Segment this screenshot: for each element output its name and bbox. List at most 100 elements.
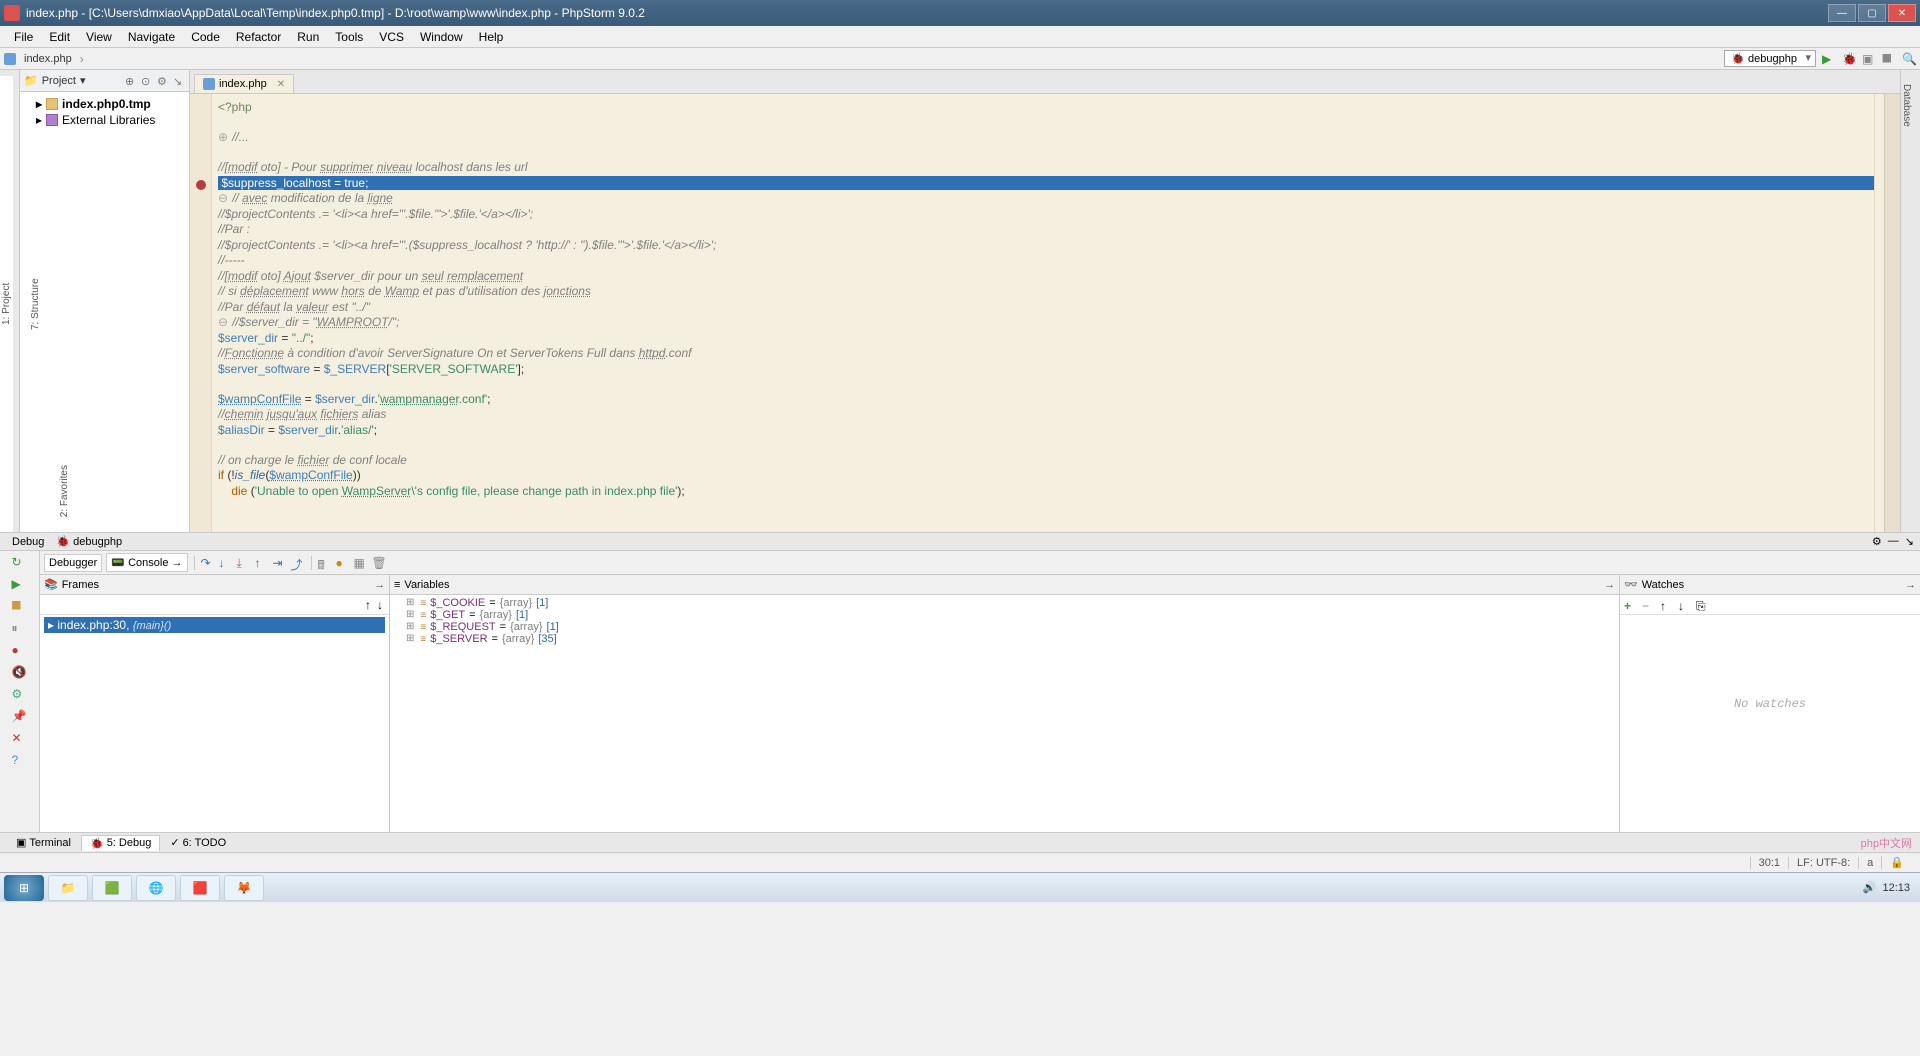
tool-tab-database[interactable]: Database [1901,76,1912,532]
breakpoint-icon[interactable] [196,180,206,190]
code-area[interactable]: <?php ⊕//... //[modif oto] - Pour suppri… [212,94,1874,532]
evaluate-button[interactable]: 🖩 [318,556,332,570]
close-button[interactable]: ✕ [1888,4,1916,22]
coverage-button[interactable]: ▣ [1862,52,1876,66]
show-execution-button[interactable]: ● [336,556,350,570]
menu-edit[interactable]: Edit [41,28,78,46]
close-tab-icon[interactable]: ✕ [277,79,285,90]
status-caret-pos[interactable]: 30:1 [1750,857,1788,869]
step-into-button[interactable]: ↓ [219,556,233,570]
menu-window[interactable]: Window [412,28,471,46]
tab-todo[interactable]: ✓ 6: TODO [162,835,234,850]
editor-scrollbar[interactable] [1884,94,1900,532]
dropdown-icon[interactable]: ▾ [80,74,86,87]
var-row[interactable]: ≡$_REQUEST = {array} [1] [394,621,1615,633]
tree-root[interactable]: ▸index.php0.tmp [22,96,187,112]
status-insert-mode[interactable]: a [1858,857,1881,869]
menu-view[interactable]: View [78,28,120,46]
menu-tools[interactable]: Tools [327,28,371,46]
tab-debugger[interactable]: Debugger [44,554,102,572]
frames-list[interactable]: ▸ index.php:30, {main}() [40,615,389,832]
drop-frame-button[interactable]: ⤴ [291,556,305,570]
menu-code[interactable]: Code [183,28,228,46]
debug-button[interactable]: 🐞 [1842,52,1856,66]
frame-row[interactable]: ▸ index.php:30, {main}() [44,617,385,633]
gear-icon[interactable]: ⚙ [157,75,169,87]
run-button[interactable]: ▶ [1822,52,1836,66]
prev-frame-icon[interactable]: ↑ [365,598,371,612]
tab-debug[interactable]: 🐞 5: Debug [81,835,160,851]
help-button[interactable]: ? [12,753,28,769]
search-icon[interactable]: 🔍 [1902,52,1916,66]
menu-help[interactable]: Help [471,28,512,46]
pause-button[interactable]: ⏸ [12,621,28,637]
tab-console[interactable]: 📟 Console → [106,553,187,572]
close-button[interactable]: ✕ [12,731,28,747]
status-lock-icon[interactable]: 🔒 [1881,856,1912,869]
menu-vcs[interactable]: VCS [371,28,412,46]
hide-icon[interactable]: → [374,579,385,590]
editor-gutter[interactable] [190,94,212,532]
mute-breakpoints-button[interactable]: 🔇 [12,665,28,681]
gear-icon[interactable]: ⚙ [1872,535,1882,548]
layout-button[interactable]: ▦ [354,556,368,570]
force-step-into-button[interactable]: ⤓ [237,556,251,570]
maximize-button[interactable]: ▢ [1858,4,1886,22]
menu-file[interactable]: File [6,28,41,46]
pin-button[interactable]: 📌 [12,709,28,725]
taskbar-app-wamp[interactable]: 🟩 [92,875,132,901]
hide-icon[interactable]: ↘ [173,75,185,87]
taskbar-app-chrome[interactable]: 🌐 [136,875,176,901]
var-row[interactable]: ≡$_SERVER = {array} [35] [394,633,1615,645]
var-row[interactable]: ≡$_COOKIE = {array} [1] [394,597,1615,609]
hide-icon[interactable]: ↘ [1905,535,1914,548]
target-icon[interactable]: ⊙ [141,75,153,87]
hide-icon[interactable]: → [1905,579,1916,590]
watches-list[interactable]: No watches [1620,615,1920,832]
collapse-icon[interactable]: ⊕ [125,75,137,87]
system-tray[interactable]: 🔊 12:13 [1857,881,1916,894]
status-encoding[interactable]: LF: UTF-8: [1788,857,1858,869]
next-frame-icon[interactable]: ↓ [377,598,383,612]
move-up-button[interactable]: ↑ [1660,599,1672,611]
editor-tab-index[interactable]: index.php ✕ [194,74,294,93]
restore-button[interactable]: 🗑 [372,556,386,570]
menu-refactor[interactable]: Refactor [228,28,289,46]
view-breakpoints-button[interactable]: ● [12,643,28,659]
settings-button[interactable]: ⚙ [12,687,28,703]
remove-watch-button[interactable]: − [1642,599,1654,611]
menu-navigate[interactable]: Navigate [120,28,183,46]
tool-tab-structure[interactable]: 7: Structure [29,76,42,532]
add-watch-button[interactable]: + [1624,599,1636,611]
breadcrumb-item[interactable]: index.php [20,53,76,65]
menu-run[interactable]: Run [289,28,327,46]
move-down-button[interactable]: ↓ [1678,599,1690,611]
hide-icon[interactable]: → [1604,579,1615,590]
overview-ruler[interactable] [1874,94,1884,532]
tab-terminal[interactable]: ▣ Terminal [8,835,79,850]
var-row[interactable]: ≡$_GET = {array} [1] [394,609,1615,621]
start-button[interactable]: ⊞ [4,875,44,901]
run-to-cursor-button[interactable]: ⇥ [273,556,287,570]
taskbar-app-phpstorm[interactable]: 🟥 [180,875,220,901]
run-config-combo[interactable]: 🐞 debugphp [1724,50,1816,67]
tool-tab-favorites[interactable]: 2: Favorites [58,456,71,526]
tray-network-icon[interactable]: 🔊 [1863,881,1877,894]
minimize-icon[interactable]: — [1888,535,1899,548]
variables-tree[interactable]: ≡$_COOKIE = {array} [1] ≡$_GET = {array}… [390,595,1619,832]
minimize-button[interactable]: — [1828,4,1856,22]
step-out-button[interactable]: ↑ [255,556,269,570]
tree-external-libraries[interactable]: ▸External Libraries [22,112,187,128]
tool-tab-project[interactable]: 1: Project [0,76,13,532]
editor-body[interactable]: <?php ⊕//... //[modif oto] - Pour suppri… [190,94,1900,532]
stop-button[interactable]: ⯀ [12,599,28,615]
resume-button[interactable]: ▶ [12,577,28,593]
tray-clock[interactable]: 12:13 [1882,882,1910,894]
step-over-button[interactable]: ↷ [201,556,215,570]
taskbar-app-firefox[interactable]: 🦊 [224,875,264,901]
duplicate-button[interactable]: ⎘ [1696,599,1708,611]
stop-button[interactable]: ⯀ [1882,52,1896,66]
rerun-button[interactable]: ↻ [12,555,28,571]
debug-session-tab[interactable]: 🐞debugphp [50,534,128,549]
taskbar-app-explorer[interactable]: 📁 [48,875,88,901]
